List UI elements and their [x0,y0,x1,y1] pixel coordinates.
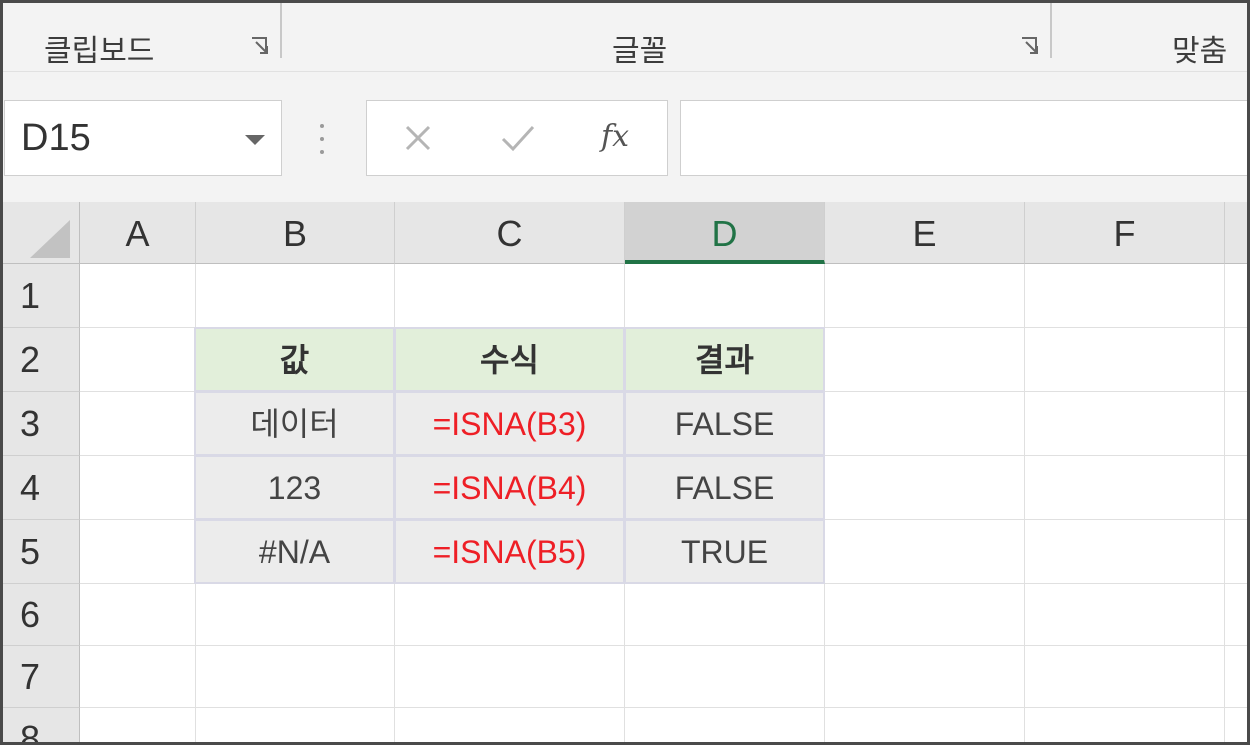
ribbon: 클립보드 글꼴 맞춤 [0,0,1250,72]
row-header-3[interactable]: 3 [0,392,80,456]
name-box[interactable]: D15 [4,100,282,176]
gridline [1024,264,1025,745]
row-header-5[interactable]: 5 [0,520,80,584]
cell-b5[interactable]: #N/A [194,519,395,584]
cell-b2[interactable]: 값 [194,327,395,392]
ribbon-group-label-alignment: 맞춤 [1172,34,1228,69]
cell-d4[interactable]: FALSE [624,455,825,520]
fx-icon[interactable]: fx [601,119,629,154]
cell-d2[interactable]: 결과 [624,327,825,392]
ribbon-group-clipboard: 클립보드 [0,0,282,72]
ribbon-group-label-font: 글꼴 [612,34,668,69]
formula-bar-row: D15 fx [0,72,1250,202]
formula-buttons: fx [366,100,668,176]
row-header-4[interactable]: 4 [0,456,80,520]
gridline [80,707,1250,708]
chevron-down-icon[interactable] [245,135,265,145]
select-all-icon[interactable] [30,220,70,258]
name-box-value: D15 [21,117,91,159]
cell-c5[interactable]: =ISNA(B5) [394,519,625,584]
cell-b3[interactable]: 데이터 [194,391,395,456]
row-header-6[interactable]: 6 [0,584,80,646]
cell-c4[interactable]: =ISNA(B4) [394,455,625,520]
column-header-b[interactable]: B [196,202,395,264]
row-header-2[interactable]: 2 [0,328,80,392]
formula-input[interactable] [680,100,1250,176]
column-header-e[interactable]: E [825,202,1025,264]
cell-b4[interactable]: 123 [194,455,395,520]
ribbon-group-font: 글꼴 [282,0,1052,72]
row-header-8[interactable]: 8 [0,708,80,745]
cell-d3[interactable]: FALSE [624,391,825,456]
check-icon[interactable] [499,121,537,155]
gridline [80,645,1250,646]
row-header-1[interactable]: 1 [0,264,80,328]
cell-c3[interactable]: =ISNA(B3) [394,391,625,456]
ribbon-group-alignment: 맞춤 [1052,0,1250,72]
cell-d5[interactable]: TRUE [624,519,825,584]
cell-c2[interactable]: 수식 [394,327,625,392]
gridline [1224,264,1225,745]
column-header-c[interactable]: C [395,202,625,264]
column-header-f[interactable]: F [1025,202,1225,264]
drag-handle-icon[interactable] [316,124,328,158]
select-all-corner[interactable] [0,202,80,264]
spreadsheet-grid: A B C D E F 1 2 3 4 5 6 7 8 값 수식 결과 데이터 … [0,202,1250,745]
column-header-d[interactable]: D [625,202,825,264]
ribbon-group-label-clipboard: 클립보드 [44,34,155,69]
x-icon[interactable] [401,121,435,155]
row-header-7[interactable]: 7 [0,646,80,708]
dialog-launcher-icon[interactable] [250,36,270,56]
column-header-overflow[interactable] [1225,202,1250,264]
dialog-launcher-icon[interactable] [1020,36,1040,56]
column-header-a[interactable]: A [80,202,196,264]
